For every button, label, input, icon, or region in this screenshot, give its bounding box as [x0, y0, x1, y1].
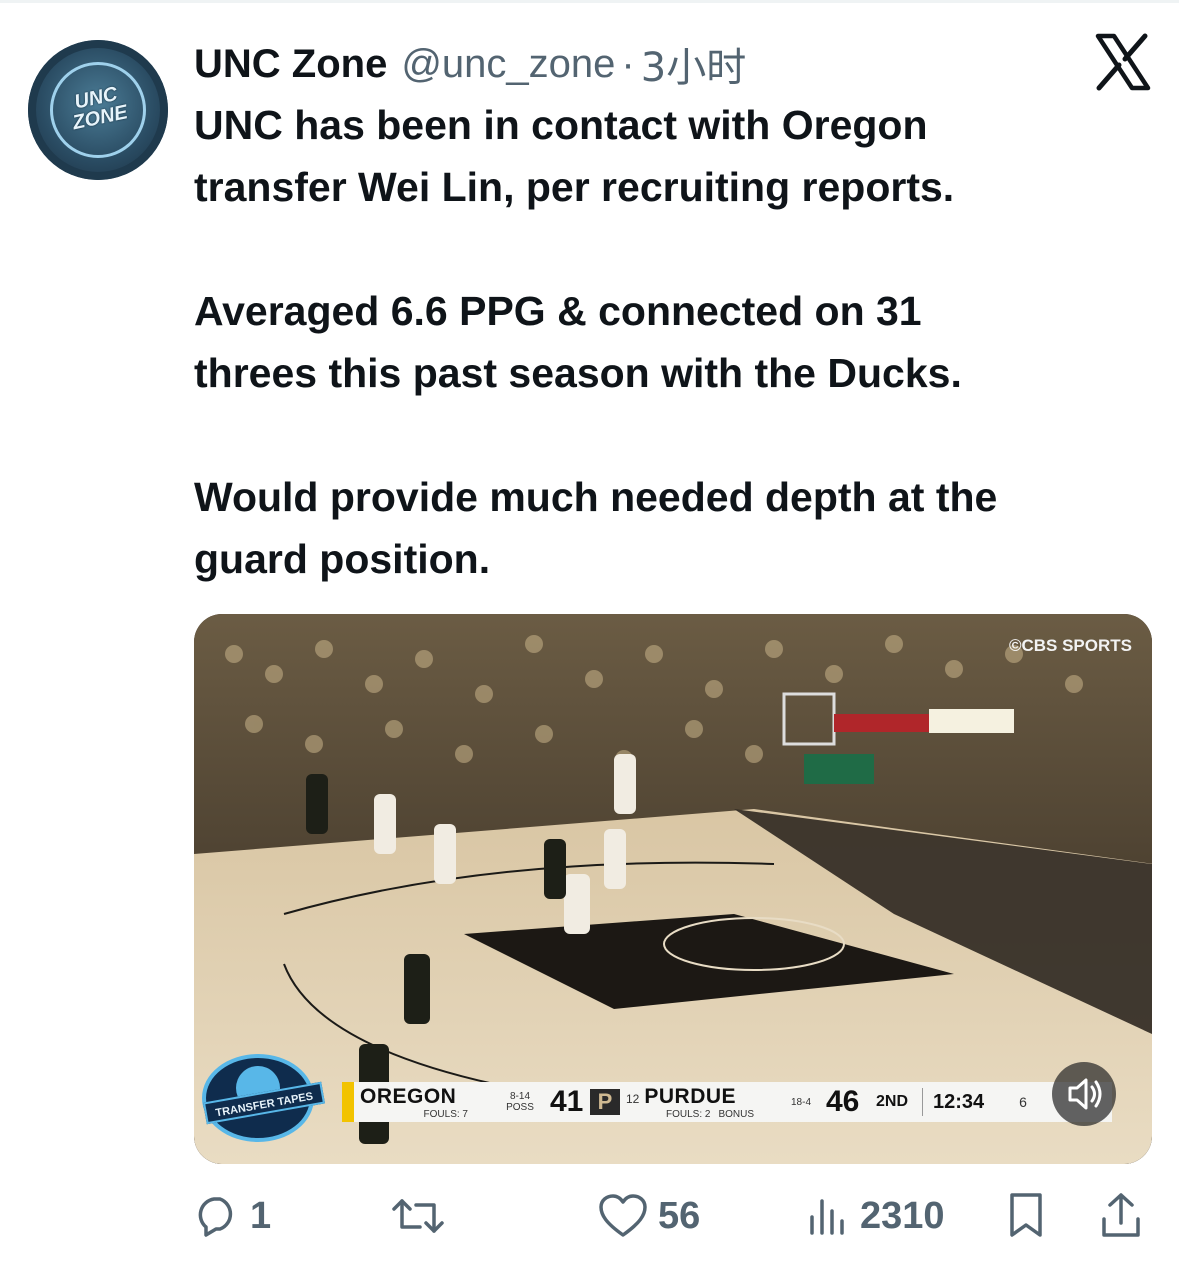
tweet-text: UNC has been in contact with Oregon tran… [194, 94, 1164, 590]
tweet-line: threes this past season with the Ducks. [194, 350, 962, 396]
team2-bonus: BONUS [718, 1108, 755, 1120]
top-divider [0, 0, 1179, 3]
team2-name: PURDUE [644, 1084, 737, 1108]
author-handle[interactable]: @unc_zone [401, 42, 615, 87]
tweet-header: UNC Zone @unc_zone · 3小时 [194, 36, 746, 92]
team1-record-block: 8-14 POSS [490, 1091, 550, 1113]
timestamp[interactable]: 3小时 [641, 35, 746, 93]
oregon-color-stripe [342, 1082, 354, 1122]
separator: · [621, 41, 635, 86]
reply-count: 1 [250, 1194, 272, 1237]
reply-icon [198, 1197, 233, 1237]
game-clock: 12:34 [933, 1090, 985, 1113]
video-player[interactable]: ©CBS SPORTS OREGON FOULS: 7 8-14 POSS 41… [194, 614, 1152, 1164]
cbs-watermark: ©CBS SPORTS [1008, 636, 1132, 655]
x-logo-icon[interactable] [1090, 30, 1154, 94]
team1-name: OREGON [360, 1084, 457, 1108]
scoreboard: OREGON FOULS: 7 8-14 POSS 41 P 12 PURDUE… [342, 1082, 1112, 1122]
shot-clock: 6 [1019, 1093, 1027, 1110]
heart-icon [599, 1194, 647, 1237]
like-count: 56 [658, 1194, 701, 1237]
team1-record: 8-14 [509, 1091, 530, 1102]
views-button[interactable]: 2310 [806, 1188, 945, 1244]
team1-poss: POSS [506, 1102, 534, 1113]
bookmark-icon [1010, 1193, 1042, 1237]
action-bar: 1 56 2310 [194, 1188, 1160, 1244]
share-button[interactable] [1098, 1188, 1144, 1244]
team1-block: OREGON FOULS: 7 [360, 1085, 490, 1120]
tweet-line: Averaged 6.6 PPG & connected on 31 [194, 288, 922, 334]
team2-fouls: FOULS: 2 [666, 1108, 711, 1120]
bookmark-button[interactable] [1004, 1188, 1048, 1244]
volume-button[interactable] [1052, 1062, 1116, 1126]
author-name[interactable]: UNC Zone [194, 42, 387, 87]
team2-score: 46 [826, 1085, 860, 1118]
view-count: 2310 [860, 1194, 945, 1237]
purdue-logo-icon: P [590, 1089, 620, 1115]
share-icon [1102, 1193, 1140, 1237]
retweet-icon [392, 1199, 444, 1233]
team2-rank: 12 [626, 1091, 640, 1106]
period: 2ND [876, 1093, 909, 1110]
team2-block: 12 PURDUE FOULS: 2 BONUS [626, 1085, 776, 1120]
reply-button[interactable]: 1 [194, 1188, 271, 1244]
team2-record: 18-4 [790, 1096, 811, 1108]
team1-fouls: FOULS: 7 [423, 1108, 468, 1120]
speaker-icon [1068, 1078, 1102, 1110]
tweet-line: Would provide much needed depth at the [194, 474, 998, 520]
tweet-line: UNC has been in contact with Oregon [194, 102, 928, 148]
tweet-line: guard position. [194, 536, 491, 582]
retweet-button[interactable] [390, 1188, 456, 1244]
tweet-line: transfer Wei Lin, per recruiting reports… [194, 164, 955, 210]
avatar[interactable]: UNC ZONE [28, 40, 168, 180]
team1-score: 41 [550, 1085, 584, 1118]
views-icon [810, 1199, 844, 1235]
like-button[interactable]: 56 [598, 1188, 700, 1244]
